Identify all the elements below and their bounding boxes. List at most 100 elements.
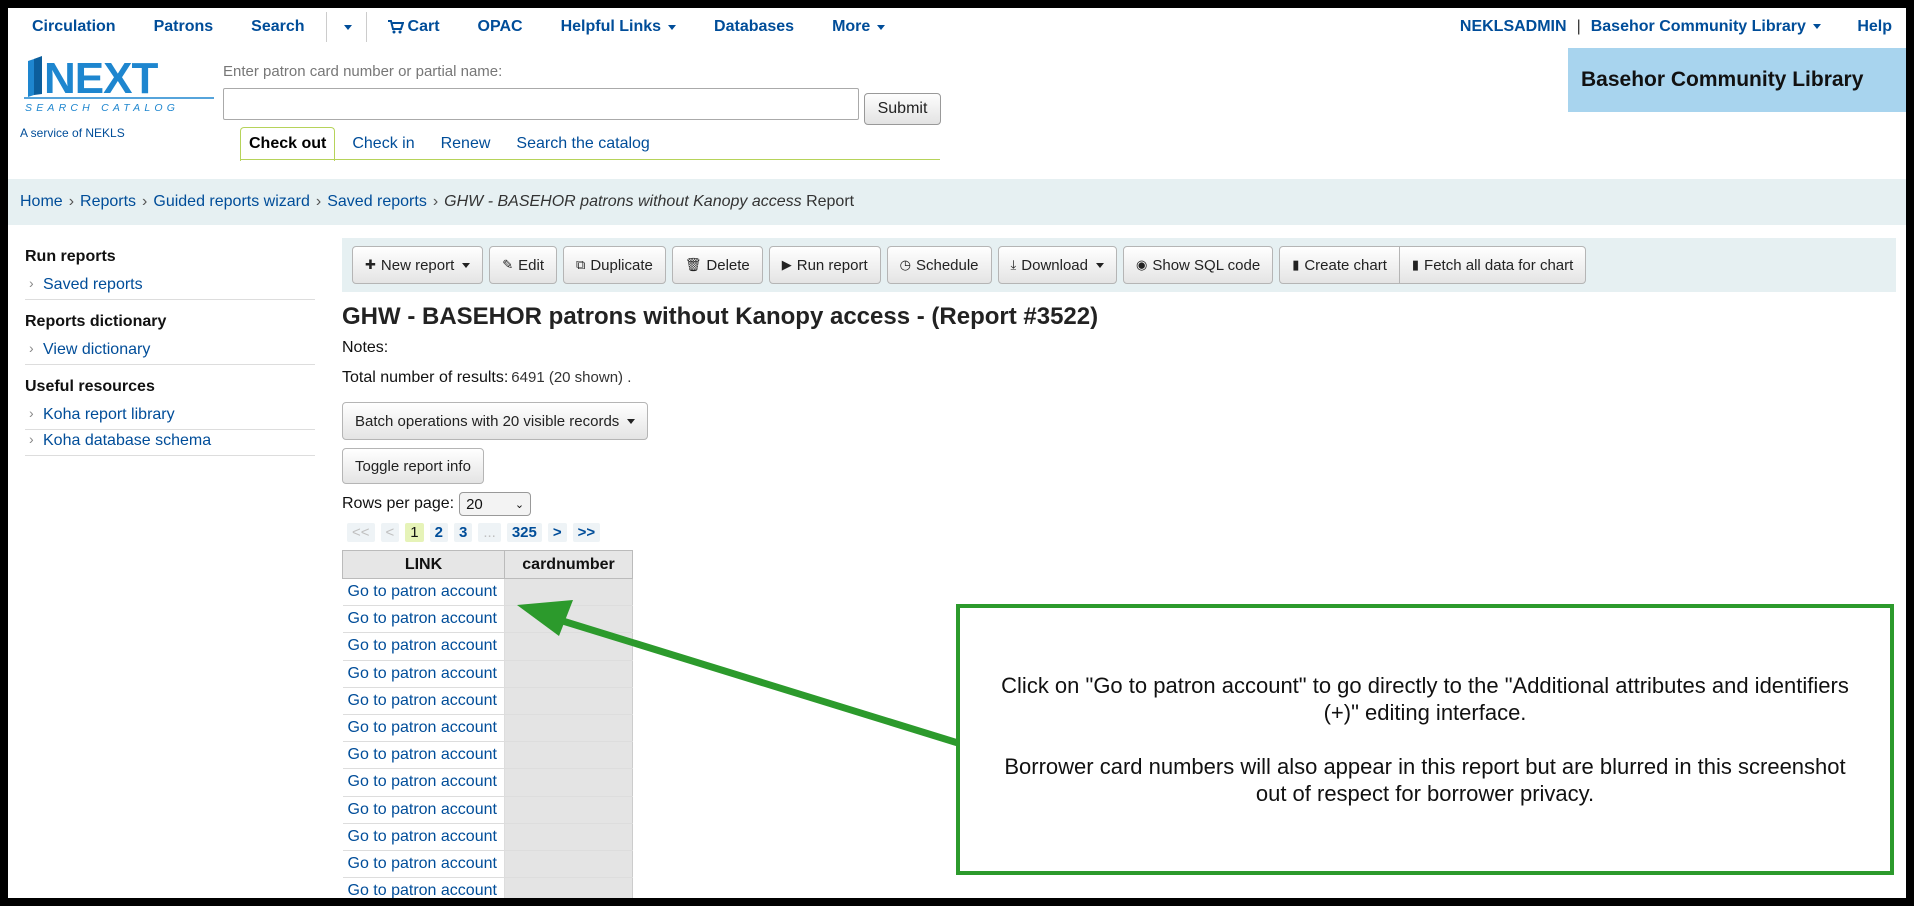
sidebar-heading: Useful resources <box>25 378 155 395</box>
duplicate-label: Duplicate <box>590 256 653 274</box>
go-to-patron-account-link[interactable]: Go to patron account <box>342 768 505 797</box>
total-results: Total number of results: 6491 (20 shown) … <box>342 369 631 387</box>
sidebar-item-view-dictionary[interactable]: View dictionary <box>25 339 315 365</box>
logo-subtitle: A service of NEKLS <box>20 126 125 140</box>
create-chart-button[interactable]: ▮ Create chart <box>1279 246 1400 284</box>
batch-operations-label: Batch operations with 20 visible records <box>355 412 620 430</box>
pager-last[interactable]: >> <box>572 523 601 542</box>
fetch-all-data-button[interactable]: ▮ Fetch all data for chart <box>1399 246 1587 284</box>
pager-first: << <box>347 523 375 542</box>
breadcrumb-reports[interactable]: Reports <box>80 193 136 211</box>
cart-icon <box>387 20 404 34</box>
go-to-patron-account-link[interactable]: Go to patron account <box>342 741 505 770</box>
toggle-report-info-button[interactable]: Toggle report info <box>342 448 484 484</box>
nav-cart[interactable]: Cart <box>369 18 459 36</box>
column-header-cardnumber[interactable]: cardnumber <box>504 550 633 579</box>
edit-button[interactable]: ✎ Edit <box>489 246 558 284</box>
download-button[interactable]: ⤓ Download <box>997 246 1117 284</box>
breadcrumb: Home › Reports › Guided reports wizard ›… <box>8 179 1906 225</box>
breadcrumb-separator: › <box>315 193 322 210</box>
cardnumber-cell-blurred <box>504 605 633 634</box>
show-sql-button[interactable]: ◉ Show SQL code <box>1123 246 1274 284</box>
pager-next[interactable]: > <box>547 523 567 542</box>
copy-icon: ⧉ <box>576 257 586 272</box>
go-to-patron-account-link[interactable]: Go to patron account <box>342 578 505 607</box>
toggle-report-info-label: Toggle report info <box>355 457 471 475</box>
sidebar-item-saved-reports[interactable]: Saved reports <box>25 274 315 300</box>
tab-renew[interactable]: Renew <box>428 135 504 160</box>
nav-circulation[interactable]: Circulation <box>8 18 135 36</box>
nav-patrons[interactable]: Patrons <box>135 18 233 36</box>
breadcrumb-saved-reports[interactable]: Saved reports <box>327 193 427 211</box>
chevron-down-icon <box>462 262 471 268</box>
go-to-patron-account-link[interactable]: Go to patron account <box>342 605 505 634</box>
go-to-patron-account-link[interactable]: Go to patron account <box>342 660 505 688</box>
new-report-button[interactable]: ✚ New report <box>352 246 484 284</box>
table-row: Go to patron account <box>342 823 633 851</box>
breadcrumb-guided-reports[interactable]: Guided reports wizard <box>153 193 310 211</box>
duplicate-button[interactable]: ⧉ Duplicate <box>563 246 666 284</box>
nav-search[interactable]: Search <box>232 18 323 36</box>
pager-page[interactable]: 2 <box>429 523 448 542</box>
table-row: Go to patron account <box>342 850 633 879</box>
batch-operations-button[interactable]: Batch operations with 20 visible records <box>342 402 649 440</box>
tab-search-catalog[interactable]: Search the catalog <box>503 135 662 160</box>
tab-check-in[interactable]: Check in <box>339 135 427 160</box>
table-row: Go to patron account <box>342 796 633 824</box>
report-results-table: LINK cardnumber Go to patron account Go t… <box>342 550 633 898</box>
cardnumber-cell-blurred <box>504 578 633 607</box>
chevron-down-icon <box>1813 24 1822 30</box>
cardnumber-cell-blurred <box>504 877 633 898</box>
table-row: Go to patron account <box>342 877 633 898</box>
breadcrumb-home[interactable]: Home <box>20 193 63 211</box>
create-chart-label: Create chart <box>1304 256 1387 274</box>
search-menu-toggle[interactable] <box>329 24 364 30</box>
rows-per-page-select[interactable]: 20 ⌄ <box>459 492 532 516</box>
run-report-button[interactable]: ▶ Run report <box>768 246 881 284</box>
sidebar-group-run-reports: Run reports Saved reports <box>25 248 315 300</box>
rows-per-page: Rows per page: 20 ⌄ <box>342 492 532 516</box>
nav-search-label: Search <box>251 18 305 35</box>
callout-text-1: Click on "Go to patron account" to go di… <box>1001 673 1849 725</box>
total-results-value: 6491 (20 shown) . <box>511 369 632 386</box>
eye-icon: ◉ <box>1136 257 1148 272</box>
submit-button[interactable]: Submit <box>864 93 941 125</box>
go-to-patron-account-link[interactable]: Go to patron account <box>342 632 505 661</box>
nav-helpful-links[interactable]: Helpful Links <box>542 18 695 36</box>
help-link[interactable]: Help <box>1857 18 1892 36</box>
tab-check-out[interactable]: Check out <box>240 127 336 161</box>
go-to-patron-account-link[interactable]: Go to patron account <box>342 877 505 898</box>
nav-separator: | <box>1576 18 1581 35</box>
nav-more[interactable]: More <box>813 18 904 36</box>
nav-databases[interactable]: Databases <box>695 18 813 36</box>
schedule-button[interactable]: ◷ Schedule <box>886 246 992 284</box>
cardnumber-cell-blurred <box>504 796 633 824</box>
library-selector[interactable]: Basehor Community Library <box>1591 18 1822 36</box>
pager-page[interactable]: 3 <box>453 523 473 542</box>
sidebar-item-koha-database-schema[interactable]: Koha database schema <box>25 430 315 456</box>
sidebar-item-koha-report-library[interactable]: Koha report library <box>25 404 315 430</box>
go-to-patron-account-link[interactable]: Go to patron account <box>342 850 505 879</box>
page-title: GHW - BASEHOR patrons without Kanopy acc… <box>342 303 1099 330</box>
rows-per-page-value: 20 <box>466 495 483 513</box>
cardnumber-cell-blurred <box>504 632 633 661</box>
delete-button[interactable]: 🗑 Delete <box>671 246 763 284</box>
nav-divider <box>365 12 367 42</box>
column-header-link[interactable]: LINK <box>342 550 505 579</box>
logo-wordmark: NEXT <box>44 55 158 103</box>
patron-search-input[interactable] <box>223 88 859 120</box>
nav-cart-label: Cart <box>407 18 440 35</box>
pager-page-last[interactable]: 325 <box>506 523 542 542</box>
nav-opac[interactable]: OPAC <box>459 18 542 36</box>
table-row: Go to patron account <box>342 687 633 715</box>
logged-in-user[interactable]: NEKLSADMIN <box>1460 18 1567 36</box>
nav-patrons-label: Patrons <box>153 18 214 35</box>
annotation-callout: Click on "Go to patron account" to go di… <box>956 604 1894 875</box>
go-to-patron-account-link[interactable]: Go to patron account <box>342 714 505 743</box>
go-to-patron-account-link[interactable]: Go to patron account <box>342 687 505 715</box>
chevron-down-icon <box>627 418 636 424</box>
table-row: Go to patron account <box>342 660 633 688</box>
go-to-patron-account-link[interactable]: Go to patron account <box>342 796 505 824</box>
tab-underline <box>240 159 940 160</box>
go-to-patron-account-link[interactable]: Go to patron account <box>342 823 505 851</box>
